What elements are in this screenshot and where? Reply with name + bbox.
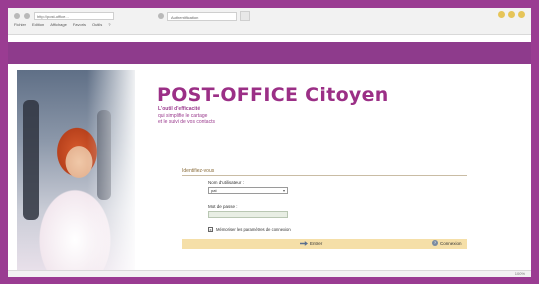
header-band [8,42,531,64]
page-title: POST-OFFICE Citoyen [157,84,389,106]
zoom-level[interactable]: 100% [515,271,525,276]
login-button[interactable]: Entrer [300,240,322,247]
favorites-icon[interactable] [508,11,515,18]
chevron-down-icon: ▾ [282,188,285,193]
tagline-line-3: et le suivi de vos contacts [158,119,215,125]
menu-edit[interactable]: Edition [32,22,44,27]
menu-help[interactable]: ? [108,22,110,27]
status-bar: 100% [8,270,531,277]
forward-icon[interactable] [24,13,30,19]
settings-icon[interactable] [518,11,525,18]
help-button[interactable]: ? Connexion [432,240,462,246]
remember-label: Mémoriser les paramètres de connexion [216,227,291,232]
back-icon[interactable] [14,13,20,19]
remember-checkbox[interactable]: x [208,227,213,232]
tab-strip: Authentification [158,11,250,21]
background-person-left [23,100,39,220]
new-tab-button[interactable] [240,11,250,21]
page-content: POST-OFFICE Citoyen L'outil d'efficacité… [17,70,522,270]
login-button-label: Entrer [310,241,323,246]
menu-favorites[interactable]: Favoris [73,22,86,27]
password-field[interactable] [208,211,288,218]
username-select[interactable]: pat ▾ [208,187,288,194]
menu-view[interactable]: Affichage [50,22,67,27]
arrow-right-icon [300,241,308,246]
tagline: L'outil d'efficacité qui simplifie le ca… [158,106,298,126]
search-icon[interactable] [158,13,164,19]
username-value: pat [211,188,217,193]
browser-toolbar: http://post-office... Fichier Edition Af… [8,8,531,35]
hero-photo [17,70,135,270]
action-bar: Entrer ? Connexion [182,239,467,249]
home-icon[interactable] [498,11,505,18]
photo-fade [87,70,135,270]
login-section-title: Identifiez-vous [182,168,467,176]
browser-tab[interactable]: Authentification [167,11,237,21]
navigation-row: http://post-office... [14,11,114,21]
help-icon: ? [432,240,438,246]
remember-row: x Mémoriser les paramètres de connexion [208,227,291,232]
menu-bar: Fichier Edition Affichage Favoris Outils… [14,22,110,27]
password-label: Mot de passe : [208,204,238,209]
help-button-label: Connexion [440,240,462,246]
login-form: Identifiez-vous Nom d'utilisateur : pat … [182,168,467,254]
menu-file[interactable]: Fichier [14,22,26,27]
username-label: Nom d'utilisateur : [208,180,244,185]
window-controls [498,11,525,18]
address-bar[interactable]: http://post-office... [34,12,114,20]
menu-tools[interactable]: Outils [92,22,102,27]
